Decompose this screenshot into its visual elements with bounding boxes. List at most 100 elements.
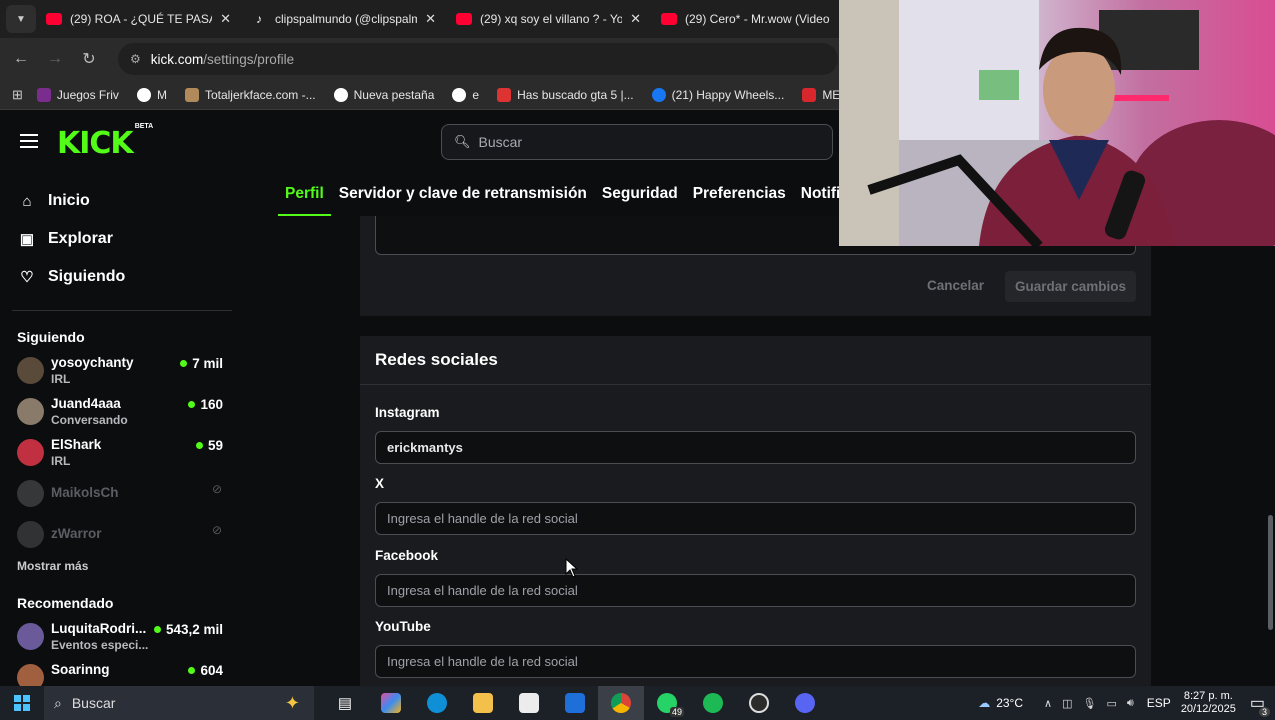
x-input[interactable]: Ingresa el handle de la red social — [375, 502, 1136, 535]
social-networks-card: Redes sociales Instagram erickmantys X I… — [360, 336, 1151, 696]
channel-name: Soarinng — [51, 662, 110, 677]
nav-item-siguiendo[interactable]: ♡ Siguiendo — [0, 258, 244, 296]
channel-name: Juand4aaa — [51, 396, 121, 411]
youtube-input[interactable]: Ingresa el handle de la red social — [375, 645, 1136, 678]
site-info-icon[interactable]: ⚙ — [130, 52, 141, 66]
tab-seguridad[interactable]: Seguridad — [595, 174, 685, 216]
start-button[interactable] — [0, 695, 44, 711]
spotify-icon[interactable] — [690, 686, 736, 720]
nav-item-inicio[interactable]: ⌂ Inicio — [0, 182, 244, 220]
url-bar[interactable]: ⚙ kick.com/settings/profile — [118, 43, 838, 75]
instagram-label: Instagram — [375, 405, 440, 420]
bookmark-item[interactable]: Nueva pestaña — [333, 87, 435, 102]
volume-icon[interactable]: 🔊︎ — [1127, 697, 1134, 710]
bookmark-label: Nueva pestaña — [353, 87, 435, 102]
menu-icon[interactable] — [20, 134, 38, 152]
search-input[interactable]: 🔍︎ Buscar — [441, 124, 833, 160]
page-scrollbar[interactable] — [1268, 515, 1273, 630]
bookmark-item[interactable]: Juegos Friv — [36, 87, 119, 102]
tab-perfil[interactable]: Perfil — [278, 174, 331, 216]
bookmark-label: e — [472, 87, 480, 102]
windows-taskbar: ⌕ Buscar ✦ ▤ 49 ☁ 23°C ∧ ◫ 🎙︎ ▭ 🔊︎ ESP 8:… — [0, 686, 1275, 720]
youtube-icon — [456, 13, 472, 25]
viewer-count: 160 — [188, 397, 223, 412]
language-indicator[interactable]: ESP — [1147, 696, 1171, 710]
browser-tab[interactable]: (29) xq soy el villano ? - You ✕ — [446, 0, 651, 38]
weather-icon: ☁ — [978, 696, 991, 710]
chrome-icon[interactable] — [598, 686, 644, 720]
channel-item[interactable]: zWarror ⊘ — [0, 519, 244, 560]
close-icon[interactable]: ✕ — [425, 11, 436, 27]
discord-icon[interactable] — [782, 686, 828, 720]
store-icon[interactable] — [506, 686, 552, 720]
bookmark-icon — [36, 87, 51, 102]
sidebar: ⌂ Inicio ▣ Explorar ♡ Siguiendo Siguiend… — [0, 174, 244, 691]
tab-preferencias[interactable]: Preferencias — [686, 174, 793, 216]
close-icon[interactable]: ✕ — [630, 11, 641, 27]
whatsapp-icon[interactable]: 49 — [644, 686, 690, 720]
channel-item[interactable]: ElShark IRL 59 — [0, 437, 244, 478]
compass-icon: ▣ — [19, 231, 35, 248]
beta-badge: BETA — [134, 123, 154, 130]
channel-category: IRL — [51, 372, 71, 386]
offline-icon: ⊘ — [211, 523, 222, 537]
browser-tab[interactable]: (29) Cero* - Mr.wow (Video — [651, 0, 856, 38]
forward-icon[interactable]: → — [38, 50, 72, 68]
tab-stream-key[interactable]: Servidor y clave de retransmisión — [332, 174, 594, 216]
live-dot-icon — [188, 401, 196, 408]
channel-name: LuquitaRodri... — [51, 621, 147, 636]
camera-icon[interactable]: ◫ — [1062, 697, 1072, 710]
weather-widget[interactable]: ☁ 23°C — [978, 696, 1023, 710]
tiktok-icon: ♪ — [256, 12, 262, 26]
copilot-icon[interactable] — [368, 686, 414, 720]
bookmark-item[interactable]: Totaljerkface.com -... — [184, 87, 316, 102]
notification-icon[interactable]: ▭ 3 — [1250, 693, 1270, 717]
google-icon — [136, 87, 151, 102]
edge-icon[interactable] — [414, 686, 460, 720]
bookmark-item[interactable]: (21) Happy Wheels... — [651, 87, 784, 102]
webcam-image — [839, 0, 1275, 246]
clock[interactable]: 8:27 p. m. 20/12/2025 — [1181, 690, 1236, 716]
instagram-input[interactable]: erickmantys — [375, 431, 1136, 464]
facebook-label: Facebook — [375, 548, 439, 563]
obs-icon[interactable] — [736, 686, 782, 720]
browser-tab[interactable]: (29) ROA - ¿QUÉ TE PASA? ( ✕ — [36, 0, 241, 38]
channel-name: zWarror — [51, 526, 102, 541]
chevron-up-icon[interactable]: ∧ — [1044, 697, 1052, 710]
divider — [360, 384, 1151, 385]
channel-item[interactable]: yosoychanty IRL 7 mil — [0, 355, 244, 396]
facebook-input[interactable]: Ingresa el handle de la red social — [375, 574, 1136, 607]
kick-logo[interactable]: KICK BETA — [57, 123, 154, 161]
apps-grid-icon[interactable]: ⊞ — [12, 87, 23, 103]
avatar — [17, 521, 44, 548]
bookmark-item[interactable]: M — [136, 87, 167, 102]
tab-search-button[interactable]: ▼ — [6, 5, 36, 33]
channel-item[interactable]: LuquitaRodri... Eventos especi... 543,2 m… — [0, 621, 244, 662]
show-more-link[interactable]: Mostrar más — [0, 559, 244, 573]
bookmark-label: M — [156, 87, 167, 102]
youtube-icon — [46, 13, 62, 25]
bookmark-item[interactable]: e — [452, 87, 480, 102]
bookmark-item[interactable]: Has buscado gta 5 |... — [497, 87, 634, 102]
viewer-count: 604 — [188, 663, 223, 678]
save-changes-button[interactable]: Guardar cambios — [1005, 271, 1136, 302]
bookmark-icon — [184, 87, 199, 102]
file-explorer-icon[interactable] — [460, 686, 506, 720]
network-icon[interactable]: ▭ — [1106, 697, 1116, 710]
cancel-button[interactable]: Cancelar — [927, 278, 984, 293]
browser-tab[interactable]: ♪ clipspalmundo (@clipspalm ✕ — [241, 0, 446, 38]
avatar — [17, 357, 44, 384]
reload-icon[interactable]: ↻ — [72, 49, 106, 69]
microphone-icon[interactable]: 🎙︎ — [1082, 697, 1096, 710]
task-view-icon[interactable]: ▤ — [322, 686, 368, 720]
channel-item[interactable]: Juand4aaa Conversando 160 — [0, 396, 244, 437]
taskbar-search[interactable]: ⌕ Buscar ✦ — [44, 686, 314, 720]
outlook-icon[interactable] — [552, 686, 598, 720]
back-icon[interactable]: ← — [4, 50, 38, 68]
home-icon: ⌂ — [22, 192, 32, 210]
google-icon — [452, 87, 467, 102]
avatar — [17, 398, 44, 425]
close-icon[interactable]: ✕ — [220, 11, 231, 27]
channel-item[interactable]: MaikolsCh ⊘ — [0, 478, 244, 519]
nav-item-explorar[interactable]: ▣ Explorar — [0, 220, 244, 258]
